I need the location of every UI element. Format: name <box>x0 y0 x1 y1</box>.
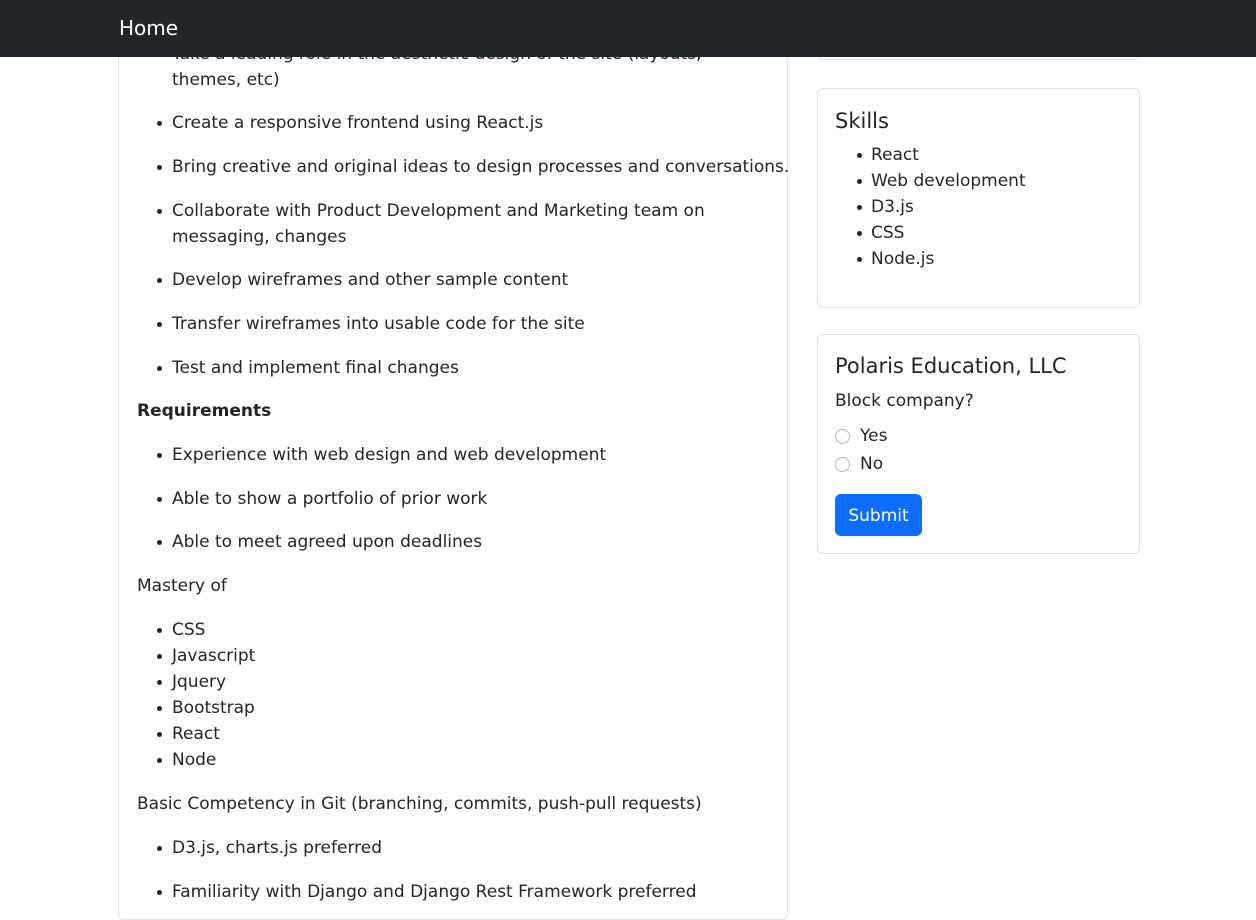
responsibilities-list-2: Create a responsive frontend using React… <box>137 110 543 136</box>
list-item: D3.js <box>835 194 1026 220</box>
list-item: Bootstrap <box>137 695 255 721</box>
navbar: Home <box>0 0 1256 57</box>
responsibilities-list-7: Test and implement final changes <box>137 355 459 381</box>
responsibilities-list-4: Collaborate with Product Development and… <box>137 198 732 250</box>
requirements-list-3: Able to meet agreed upon deadlines <box>137 529 482 555</box>
radio-yes[interactable] <box>835 428 850 444</box>
list-item: Experience with web design and web devel… <box>137 442 606 468</box>
company-title: Polaris Education, LLC <box>835 354 1067 378</box>
radio-label-no: No <box>860 454 884 474</box>
responsibilities-list-3: Bring creative and original ideas to des… <box>137 154 789 180</box>
radio-no[interactable] <box>835 456 850 472</box>
list-item: React <box>835 142 1026 168</box>
preferred-list-2: Familiarity with Django and Django Rest … <box>137 879 697 905</box>
radio-label-yes: Yes <box>860 426 888 446</box>
list-item: Able to show a portfolio of prior work <box>137 486 487 512</box>
list-item: Node.js <box>835 246 1026 272</box>
list-item: Transfer wireframes into usable code for… <box>137 311 585 337</box>
skills-card: Skills React Web development D3.js CSS N… <box>817 88 1140 308</box>
list-item: Javascript <box>137 643 255 669</box>
mastery-list: CSS Javascript Jquery Bootstrap React No… <box>137 617 255 773</box>
skills-list: React Web development D3.js CSS Node.js <box>835 142 1026 272</box>
requirements-heading: Requirements <box>137 401 272 421</box>
requirements-list: Experience with web design and web devel… <box>137 442 606 468</box>
list-item: CSS <box>835 220 1026 246</box>
list-item: Create a responsive frontend using React… <box>137 110 543 136</box>
list-item: React <box>137 721 255 747</box>
list-item: Develop wireframes and other sample cont… <box>137 267 568 293</box>
list-item: Collaborate with Product Development and… <box>137 198 732 250</box>
block-company-card: Polaris Education, LLC Block company? Ye… <box>817 334 1140 554</box>
list-item: Test and implement final changes <box>137 355 459 381</box>
list-item: CSS <box>137 617 255 643</box>
home-link[interactable]: Home <box>119 14 178 42</box>
requirements-list-2: Able to show a portfolio of prior work <box>137 486 487 512</box>
list-item: Bring creative and original ideas to des… <box>137 154 789 180</box>
responsibilities-list-5: Develop wireframes and other sample cont… <box>137 267 568 293</box>
responsibilities-list-6: Transfer wireframes into usable code for… <box>137 311 585 337</box>
preferred-list: D3.js, charts.js preferred <box>137 835 382 861</box>
list-item: Node <box>137 747 255 773</box>
list-item: Web development <box>835 168 1026 194</box>
radio-option-no[interactable]: No <box>835 452 883 476</box>
radio-option-yes[interactable]: Yes <box>835 424 887 448</box>
mastery-heading: Mastery of <box>137 576 227 596</box>
git-competency-text: Basic Competency in Git (branching, comm… <box>137 794 702 814</box>
block-question: Block company? <box>835 391 974 411</box>
list-item: Able to meet agreed upon deadlines <box>137 529 482 555</box>
skills-title: Skills <box>835 109 889 133</box>
list-item: Jquery <box>137 669 255 695</box>
list-item: Familiarity with Django and Django Rest … <box>137 879 697 905</box>
submit-button[interactable]: Submit <box>835 494 922 536</box>
list-item: D3.js, charts.js preferred <box>137 835 382 861</box>
